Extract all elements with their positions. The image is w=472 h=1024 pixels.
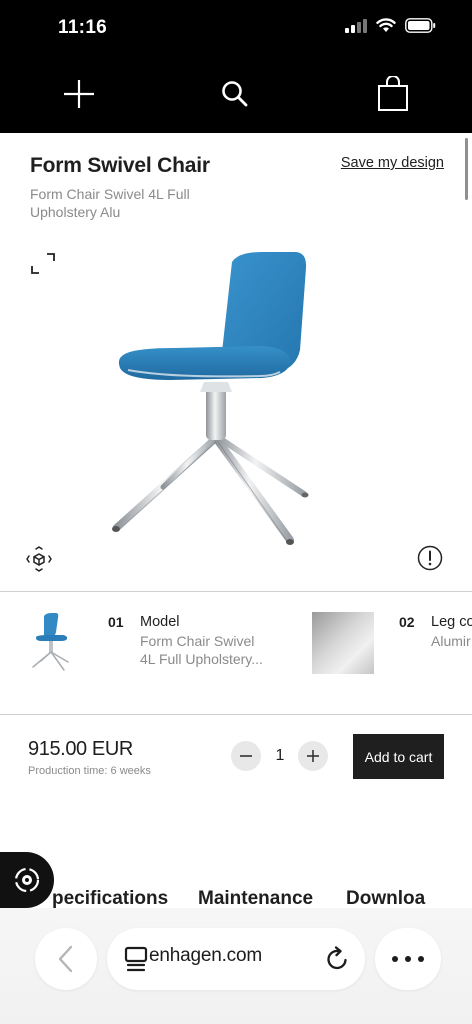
info-icon[interactable]	[417, 545, 443, 571]
address-bar[interactable]: enhagen.com	[107, 928, 365, 990]
tab-overview-icon[interactable]	[124, 946, 148, 972]
minus-icon	[240, 755, 252, 757]
config-number-leg: 02	[399, 614, 415, 630]
ar-view-icon[interactable]	[26, 546, 52, 572]
add-to-cart-button[interactable]: Add to cart	[353, 734, 444, 779]
more-options-button[interactable]	[375, 928, 441, 990]
decrease-quantity-button[interactable]	[231, 741, 261, 771]
tab-downloads[interactable]: Downloa	[346, 888, 425, 910]
price: 915.00 EUR	[28, 738, 133, 760]
quantity-value: 1	[275, 747, 285, 764]
config-value-leg: Alumir	[431, 633, 471, 649]
expand-icon[interactable]	[30, 252, 56, 276]
scrollbar[interactable]	[465, 138, 468, 200]
divider	[0, 591, 472, 592]
tab-maintenance[interactable]: Maintenance	[198, 888, 313, 910]
product-subtitle: Form Chair Swivel 4L Full Upholstery Alu	[30, 186, 190, 220]
top-bar: 11:16	[0, 0, 472, 133]
config-label-leg[interactable]: Leg co	[431, 614, 472, 630]
production-time: Production time: 6 weeks	[28, 765, 151, 777]
cellular-signal-icon	[345, 18, 367, 33]
status-icons	[345, 18, 436, 33]
reload-icon[interactable]	[324, 946, 350, 972]
accessibility-widget-button[interactable]	[0, 852, 54, 908]
shopping-bag-icon[interactable]	[375, 76, 411, 112]
back-button[interactable]	[35, 928, 97, 990]
config-number-model: 01	[108, 614, 124, 630]
tab-specifications[interactable]: pecifications	[52, 888, 168, 910]
divider	[0, 714, 472, 715]
plus-icon	[307, 750, 319, 762]
url-text: enhagen.com	[149, 945, 262, 966]
leg-color-swatch[interactable]	[312, 612, 374, 674]
more-dots-icon	[392, 956, 424, 962]
config-value-model-line1: Form Chair Swivel	[140, 633, 255, 649]
increase-quantity-button[interactable]	[298, 741, 328, 771]
search-icon[interactable]	[217, 76, 253, 112]
status-time: 11:16	[58, 17, 108, 38]
wifi-icon	[376, 18, 396, 32]
config-value-model-line2: 4L Full Upholstery...	[140, 651, 263, 667]
save-design-link[interactable]: Save my design	[341, 155, 444, 171]
browser-bottom-bar: enhagen.com	[0, 908, 472, 1024]
battery-icon	[405, 18, 436, 33]
accessibility-widget-icon	[14, 867, 40, 893]
model-thumbnail[interactable]	[30, 612, 74, 672]
config-label-model[interactable]: Model	[140, 614, 180, 630]
chevron-left-icon	[58, 945, 73, 973]
plus-menu-icon[interactable]	[61, 76, 97, 112]
chair-image	[112, 252, 309, 545]
product-title: Form Swivel Chair	[30, 154, 210, 177]
